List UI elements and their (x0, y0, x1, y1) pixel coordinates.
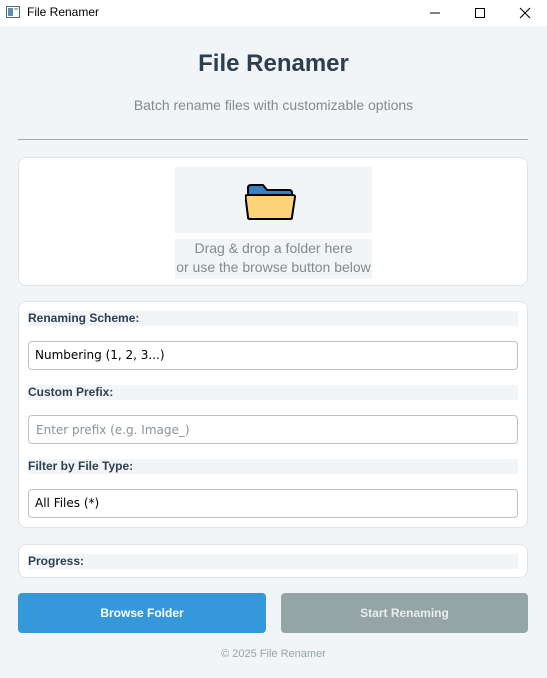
page-subtitle: Batch rename files with customizable opt… (133, 97, 414, 113)
folder-icon-area (175, 167, 372, 233)
close-button[interactable] (502, 0, 547, 26)
drop-line-1: Drag & drop a folder here (194, 240, 353, 256)
footer-copyright: © 2025 File Renamer (221, 648, 326, 660)
minimize-icon (429, 12, 440, 14)
browse-folder-button[interactable]: Browse Folder (18, 593, 266, 633)
progress-panel: Progress: (18, 544, 528, 578)
filter-label: Filter by File Type: (28, 459, 518, 474)
scheme-label: Renaming Scheme: (28, 311, 518, 326)
prefix-input[interactable] (28, 415, 518, 444)
maximize-button[interactable] (457, 0, 502, 26)
window-title: File Renamer (27, 5, 100, 19)
drop-instructions: Drag & drop a folder here or use the bro… (175, 239, 372, 279)
filter-select[interactable]: All Files (*) (28, 489, 518, 518)
app-icon (6, 6, 20, 18)
folder-icon (245, 184, 296, 220)
maximize-icon (474, 8, 485, 18)
start-renaming-button[interactable]: Start Renaming (281, 593, 528, 633)
progress-label: Progress: (28, 554, 518, 569)
page-title: File Renamer (198, 50, 349, 77)
scheme-select[interactable]: Numbering (1, 2, 3...) (28, 341, 518, 370)
drop-line-2: or use the browse button below (176, 259, 371, 275)
minimize-button[interactable] (412, 0, 457, 26)
drop-zone[interactable]: Drag & drop a folder here or use the bro… (18, 157, 528, 286)
header-divider (18, 139, 528, 140)
settings-panel: Renaming Scheme: Numbering (1, 2, 3...) … (18, 301, 528, 528)
window-titlebar: File Renamer (0, 0, 547, 26)
close-icon (519, 7, 530, 19)
prefix-label: Custom Prefix: (28, 385, 518, 400)
